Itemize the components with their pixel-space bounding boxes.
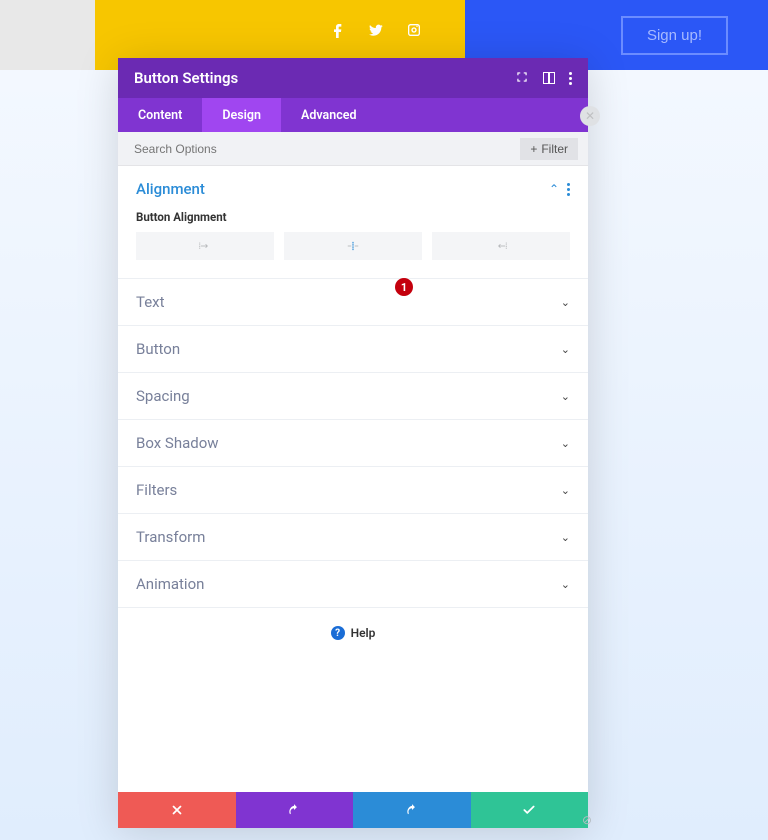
modal-header: Button Settings	[118, 58, 588, 98]
undo-button[interactable]	[236, 792, 354, 828]
chevron-down-icon: ⌄	[561, 484, 570, 497]
section-more-icon[interactable]	[567, 183, 570, 196]
section-text[interactable]: Text ⌄	[118, 279, 588, 326]
section-title-animation: Animation	[136, 575, 561, 593]
help-label: Help	[351, 626, 376, 640]
help-icon: ?	[331, 626, 345, 640]
more-icon[interactable]	[569, 72, 572, 85]
tab-advanced[interactable]: Advanced	[281, 98, 377, 132]
section-title-box-shadow: Box Shadow	[136, 434, 561, 452]
chevron-down-icon: ⌄	[561, 531, 570, 544]
chevron-down-icon: ⌄	[561, 296, 570, 309]
help-row[interactable]: ? Help	[118, 608, 588, 658]
section-title-filters: Filters	[136, 481, 561, 499]
section-title-button: Button	[136, 340, 561, 358]
responsive-icon[interactable]	[543, 69, 555, 88]
apply-button[interactable]	[471, 792, 589, 828]
panel-body: Alignment ⌃ Button Alignment Text ⌄	[118, 166, 588, 792]
section-animation[interactable]: Animation ⌄	[118, 561, 588, 608]
section-title-text: Text	[136, 293, 561, 311]
chevron-down-icon: ⌄	[561, 437, 570, 450]
expand-icon[interactable]	[515, 69, 529, 88]
filter-button[interactable]: + Filter	[520, 138, 578, 160]
modal-footer	[118, 792, 588, 828]
tab-bar: Content Design Advanced	[118, 98, 588, 132]
chevron-down-icon: ⌄	[561, 578, 570, 591]
chevron-down-icon: ⌄	[561, 343, 570, 356]
section-alignment: Alignment ⌃ Button Alignment	[118, 166, 588, 279]
section-spacing[interactable]: Spacing ⌄	[118, 373, 588, 420]
signup-button[interactable]: Sign up!	[621, 16, 728, 55]
plus-icon: +	[530, 142, 537, 156]
section-title-spacing: Spacing	[136, 387, 561, 405]
section-title-transform: Transform	[136, 528, 561, 546]
section-box-shadow[interactable]: Box Shadow ⌄	[118, 420, 588, 467]
header-icon-group	[515, 69, 572, 88]
annotation-badge-1: 1	[395, 278, 413, 296]
topbar-left-bg	[0, 0, 95, 70]
social-icons	[330, 22, 422, 42]
section-button[interactable]: Button ⌄	[118, 326, 588, 373]
facebook-icon[interactable]	[330, 22, 346, 42]
chevron-up-icon: ⌃	[549, 182, 559, 196]
align-right-button[interactable]	[432, 232, 570, 260]
tab-design[interactable]: Design	[202, 98, 281, 132]
section-filters[interactable]: Filters ⌄	[118, 467, 588, 514]
section-header-alignment[interactable]: Alignment ⌃	[136, 180, 570, 198]
search-input[interactable]	[134, 142, 520, 156]
cancel-button[interactable]	[118, 792, 236, 828]
section-title-alignment: Alignment	[136, 180, 549, 198]
alignment-sub-label: Button Alignment	[136, 210, 570, 224]
filter-label: Filter	[541, 142, 568, 156]
edge-handle-icon[interactable]: ✕	[580, 106, 600, 126]
align-left-button[interactable]	[136, 232, 274, 260]
section-transform[interactable]: Transform ⌄	[118, 514, 588, 561]
tab-content[interactable]: Content	[118, 98, 202, 132]
alignment-button-group	[136, 232, 570, 260]
settings-modal: Button Settings Content Design Advanced …	[118, 58, 588, 828]
chevron-down-icon: ⌄	[561, 390, 570, 403]
redo-button[interactable]	[353, 792, 471, 828]
align-center-button[interactable]	[284, 232, 422, 260]
instagram-icon[interactable]	[406, 22, 422, 42]
edge-handle-bottom-icon[interactable]: ⊘	[579, 812, 595, 828]
twitter-icon[interactable]	[368, 22, 384, 42]
modal-title: Button Settings	[134, 69, 515, 87]
search-row: + Filter	[118, 132, 588, 166]
